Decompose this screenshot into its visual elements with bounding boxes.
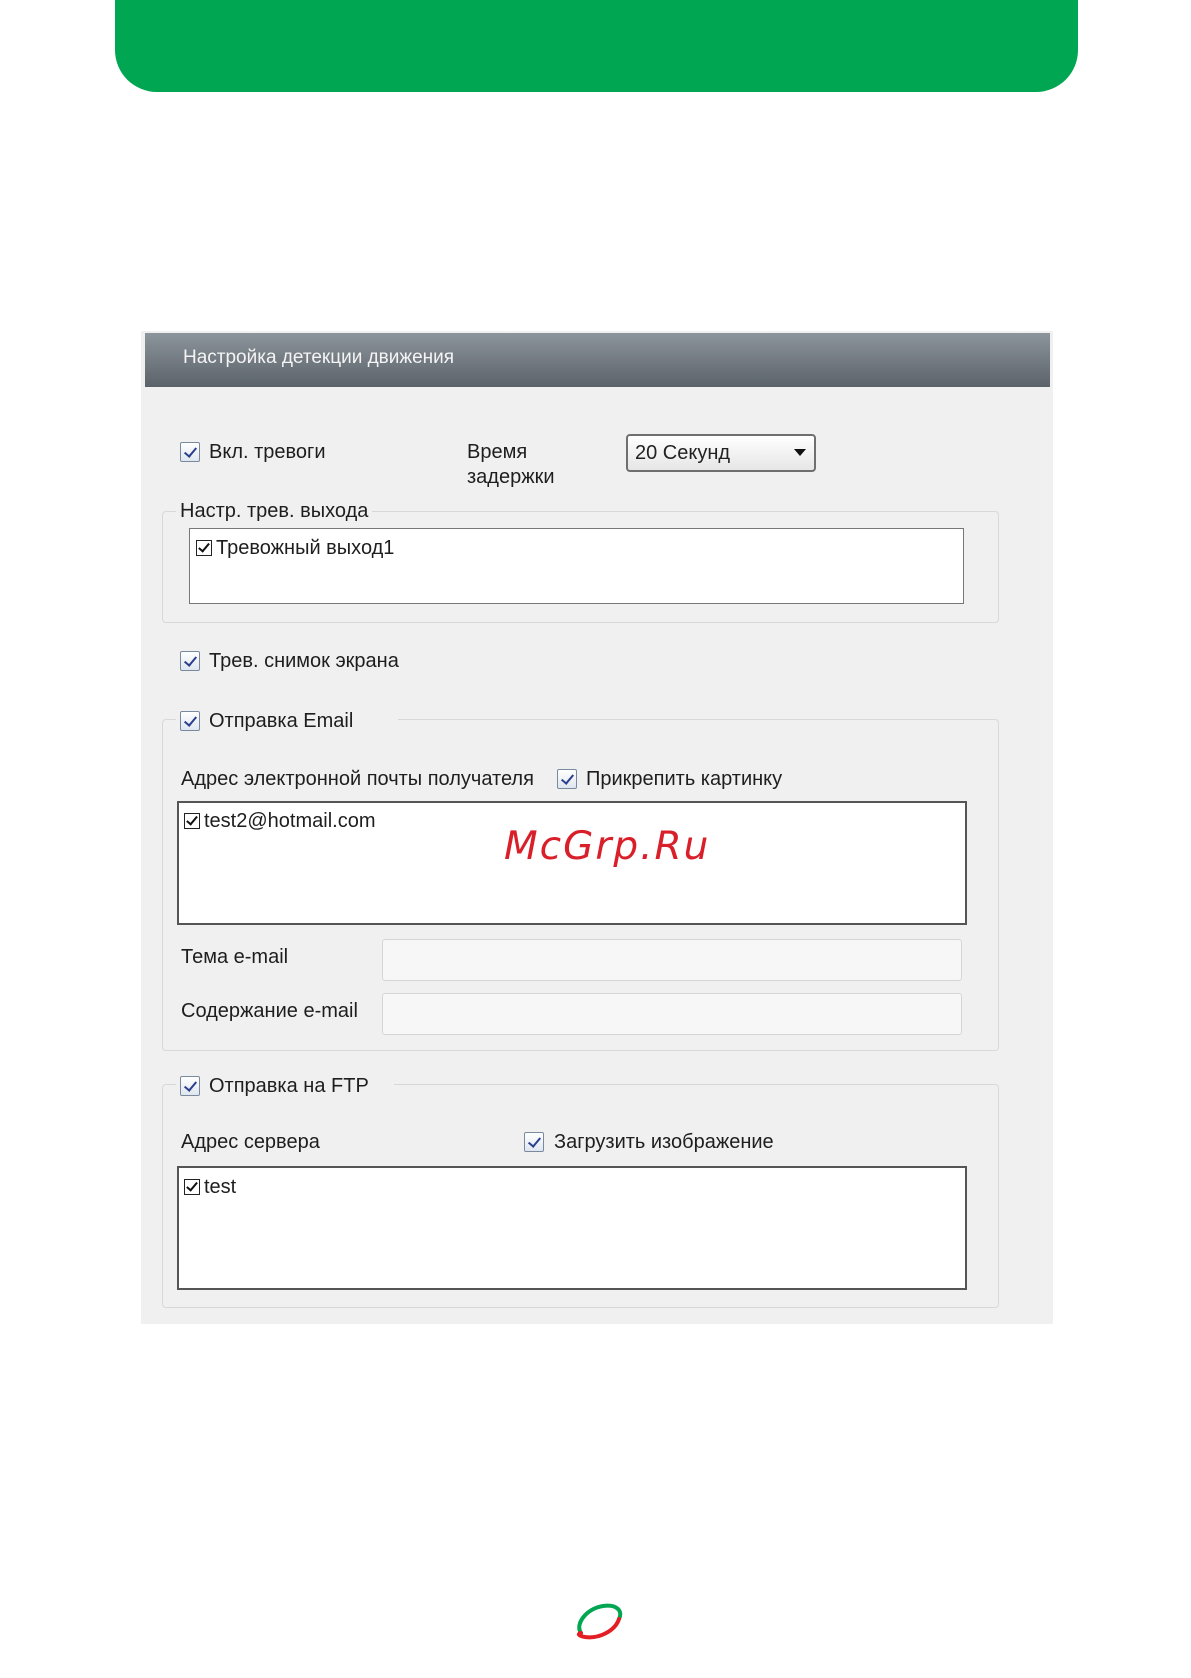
delay-label-line1: Время	[467, 441, 528, 463]
watermark-text: McGrp.Ru	[504, 824, 711, 869]
snapshot-label: Трев. снимок экрана	[209, 650, 399, 672]
delay-select[interactable]: 20 Секунд	[626, 434, 816, 472]
alarm-output-group-label: Настр. трев. выхода	[176, 500, 373, 523]
alarm-output-list[interactable]: Тревожный выход1	[189, 528, 964, 604]
recipient-1-label[interactable]: test2@hotmail.com	[204, 810, 375, 833]
alarm-enable-checkbox[interactable]	[180, 442, 200, 462]
attach-picture-label: Прикрепить картинку	[586, 768, 783, 790]
email-label: Отправка Email	[209, 710, 354, 732]
alarm-enable-label: Вкл. тревоги	[209, 441, 326, 463]
chevron-down-icon[interactable]	[794, 449, 806, 456]
delay-label-line2: задержки	[467, 466, 555, 488]
ftp-checkbox[interactable]	[180, 1076, 200, 1096]
brand-logo-icon	[576, 1603, 623, 1640]
email-checkbox[interactable]	[180, 711, 200, 731]
upload-image-checkbox[interactable]	[524, 1132, 544, 1152]
panel-title: Настройка детекции движения	[145, 333, 1050, 387]
upload-image-label: Загрузить изображение	[554, 1131, 774, 1153]
server-1-label[interactable]: test	[204, 1176, 236, 1199]
alarm-output-1-label[interactable]: Тревожный выход1	[216, 537, 394, 560]
recipient-1-checkbox[interactable]	[184, 813, 200, 829]
server-1-checkbox[interactable]	[184, 1179, 200, 1195]
ftp-server-list[interactable]: test	[177, 1166, 967, 1290]
alarm-output-1-checkbox[interactable]	[196, 540, 212, 556]
snapshot-checkbox[interactable]	[180, 651, 200, 671]
body-label: Содержание e-mail	[181, 1000, 358, 1022]
delay-select-value: 20 Секунд	[635, 442, 731, 464]
green-header-banner	[115, 0, 1078, 92]
recipient-label: Адрес электронной почты получателя	[181, 768, 534, 790]
ftp-label: Отправка на FTP	[209, 1075, 369, 1097]
subject-input[interactable]	[382, 939, 962, 981]
server-address-label: Адрес сервера	[181, 1131, 320, 1153]
body-input[interactable]	[382, 993, 962, 1035]
subject-label: Тема e-mail	[181, 946, 289, 968]
attach-picture-checkbox[interactable]	[557, 769, 577, 789]
